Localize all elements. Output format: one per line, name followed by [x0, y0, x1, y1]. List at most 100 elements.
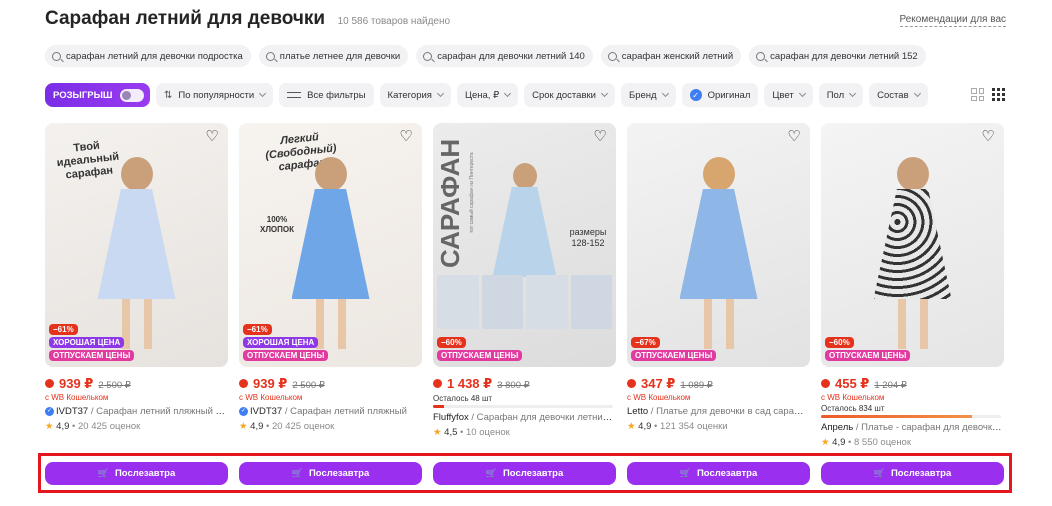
- stock-fill: [821, 415, 973, 418]
- wallet-icon: [627, 379, 636, 388]
- product-title: Сарафан летний пляжный на...: [96, 406, 228, 417]
- release-badge: ОТПУСКАЕМ ЦЕНЫ: [631, 350, 717, 361]
- badge-stack: −60% ОТПУСКАЕМ ЦЕНЫ: [825, 337, 911, 361]
- color-filter[interactable]: Цвет: [764, 83, 813, 107]
- product-title: Сарафан для девочки летний ...: [476, 412, 616, 423]
- add-to-cart-button[interactable]: 🛒 Послезавтра: [45, 462, 228, 485]
- current-price: 1 438 ₽: [447, 376, 493, 391]
- verified-icon: ✓: [239, 406, 248, 416]
- brand-filter[interactable]: Бренд: [620, 83, 676, 107]
- old-price: 1 204 ₽: [874, 380, 907, 391]
- suggestion-chip[interactable]: сарафан женский летний: [600, 45, 742, 67]
- product-card[interactable]: ♡ −60% ОТПУСКАЕМ ЦЕНЫ 455 ₽ 1 204 ₽ с WB…: [821, 123, 1004, 448]
- chevron-down-icon: [798, 89, 806, 98]
- product-photo-figure: [291, 157, 370, 349]
- wallet-icon: [433, 379, 442, 388]
- brand-name: Fluffyfox: [433, 412, 469, 423]
- rating-value: 4,5: [444, 427, 458, 438]
- reviews-count: 20 425 оценок: [272, 421, 335, 432]
- old-price: 3 800 ₽: [497, 380, 530, 391]
- search-header: Сарафан летний для девочки 10 586 товаро…: [45, 8, 1006, 32]
- original-filter[interactable]: ✓ Оригинал: [681, 83, 759, 107]
- promo-toggle[interactable]: РОЗЫГРЫШ: [45, 83, 150, 107]
- product-title: Платье для девочки в сад сарафан...: [656, 406, 810, 417]
- buy-button-label: Послезавтра: [308, 468, 370, 479]
- discount-badge: −60%: [825, 337, 854, 348]
- filter-bar: РОЗЫГРЫШ ⇅ По популярности Все фильтры Ка…: [45, 83, 928, 107]
- discount-badge: −61%: [49, 324, 78, 335]
- favorite-icon[interactable]: ♡: [786, 129, 802, 145]
- dress-shape: [97, 189, 176, 299]
- category-filter[interactable]: Категория: [379, 83, 451, 107]
- product-name[interactable]: Апрель / Платье - сарафан для девочки...: [821, 422, 1004, 433]
- product-image[interactable]: Твой идеальный сарафан ♡ −61% ХОРОШАЯ ЦЕ…: [45, 123, 228, 367]
- old-price: 2 500 ₽: [292, 380, 325, 391]
- verified-icon: ✓: [45, 406, 54, 416]
- large-grid-icon[interactable]: [971, 88, 984, 101]
- product-name[interactable]: ✓ IVDT37 / Сарафан летний пляжный на...: [45, 406, 228, 417]
- star-icon: ★: [821, 437, 830, 448]
- suggestion-label: платье летнее для девочки: [279, 50, 401, 62]
- suggestion-label: сарафан летний для девочки подростка: [66, 50, 243, 62]
- wallet-icon: [821, 379, 830, 388]
- product-name[interactable]: ✓ IVDT37 / Сарафан летний пляжный: [239, 406, 422, 417]
- add-to-cart-button[interactable]: 🛒 Послезавтра: [821, 462, 1004, 485]
- product-card[interactable]: Легкий (Свободный) сарафан 100% ХЛОПОК ♡…: [239, 123, 422, 448]
- all-filters-button[interactable]: Все фильтры: [279, 83, 374, 107]
- old-price: 1 089 ₽: [680, 380, 713, 391]
- wallet-note: с WB Кошельком: [239, 393, 303, 402]
- product-image[interactable]: Легкий (Свободный) сарафан 100% ХЛОПОК ♡…: [239, 123, 422, 367]
- wallet-note: с WB Кошельком: [45, 393, 109, 402]
- product-card[interactable]: Твой идеальный сарафан ♡ −61% ХОРОШАЯ ЦЕ…: [45, 123, 228, 448]
- search-icon: [52, 51, 61, 61]
- product-grid: Твой идеальный сарафан ♡ −61% ХОРОШАЯ ЦЕ…: [45, 123, 1004, 448]
- suggestion-label: сарафан женский летний: [621, 50, 734, 62]
- product-image[interactable]: ♡ −60% ОТПУСКАЕМ ЦЕНЫ: [821, 123, 1004, 367]
- chevron-down-icon: [436, 89, 444, 98]
- favorite-icon[interactable]: ♡: [204, 129, 220, 145]
- search-icon: [607, 51, 617, 61]
- price-filter[interactable]: Цена, ₽: [456, 83, 519, 107]
- wallet-icon: [45, 379, 54, 388]
- product-name[interactable]: Letto / Платье для девочки в сад сарафан…: [627, 406, 810, 417]
- suggestion-chip[interactable]: сарафан для девочки летний 140: [416, 45, 593, 67]
- release-badge: ОТПУСКАЕМ ЦЕНЫ: [243, 350, 329, 361]
- sort-icon: ⇅: [164, 89, 173, 101]
- buy-button-label: Послезавтра: [502, 468, 564, 479]
- recommendations-link[interactable]: Рекомендации для вас: [899, 14, 1006, 27]
- favorite-icon[interactable]: ♡: [398, 129, 414, 145]
- view-toggle: [971, 88, 1005, 101]
- brand-name: Апрель: [821, 422, 854, 433]
- favorite-icon[interactable]: ♡: [592, 129, 608, 145]
- product-photo-figure: [873, 157, 952, 349]
- toggle-switch[interactable]: [120, 88, 144, 102]
- reviews-count: 20 425 оценок: [78, 421, 141, 432]
- search-icon: [265, 51, 275, 61]
- delivery-filter[interactable]: Срок доставки: [524, 83, 615, 107]
- suggestion-chip[interactable]: сарафан для девочки летний 152: [749, 45, 926, 67]
- add-to-cart-button[interactable]: 🛒 Послезавтра: [627, 462, 810, 485]
- old-price: 2 500 ₽: [98, 380, 131, 391]
- suggestion-chip[interactable]: сарафан летний для девочки подростка: [45, 45, 251, 67]
- promo-label: РОЗЫГРЫШ: [53, 89, 113, 101]
- small-grid-icon[interactable]: [992, 88, 1005, 101]
- reviews-count: 121 354 оценки: [660, 421, 728, 432]
- favorite-icon[interactable]: ♡: [980, 129, 996, 145]
- rating-value: 4,9: [638, 421, 652, 432]
- release-badge: ОТПУСКАЕМ ЦЕНЫ: [825, 350, 911, 361]
- product-image[interactable]: САРАФАН тот самый сарафан из Пинтереста …: [433, 123, 616, 367]
- add-to-cart-button[interactable]: 🛒 Послезавтра: [433, 462, 616, 485]
- suggestion-chip[interactable]: платье летнее для девочки: [258, 45, 409, 67]
- product-card[interactable]: САРАФАН тот самый сарафан из Пинтереста …: [433, 123, 616, 448]
- sort-label: По популярности: [178, 89, 255, 101]
- gender-filter[interactable]: Пол: [818, 83, 864, 107]
- product-card[interactable]: ♡ −67% ОТПУСКАЕМ ЦЕНЫ 347 ₽ 1 089 ₽ с WB…: [627, 123, 810, 448]
- product-image[interactable]: ♡ −67% ОТПУСКАЕМ ЦЕНЫ: [627, 123, 810, 367]
- price-row: 347 ₽ 1 089 ₽: [627, 376, 810, 392]
- price-row: 939 ₽ 2 500 ₽: [239, 376, 422, 392]
- composition-filter[interactable]: Состав: [869, 83, 928, 107]
- price-row: 455 ₽ 1 204 ₽: [821, 376, 1004, 392]
- product-name[interactable]: Fluffyfox / Сарафан для девочки летний .…: [433, 412, 616, 423]
- add-to-cart-button[interactable]: 🛒 Послезавтра: [239, 462, 422, 485]
- sort-dropdown[interactable]: ⇅ По популярности: [156, 83, 274, 107]
